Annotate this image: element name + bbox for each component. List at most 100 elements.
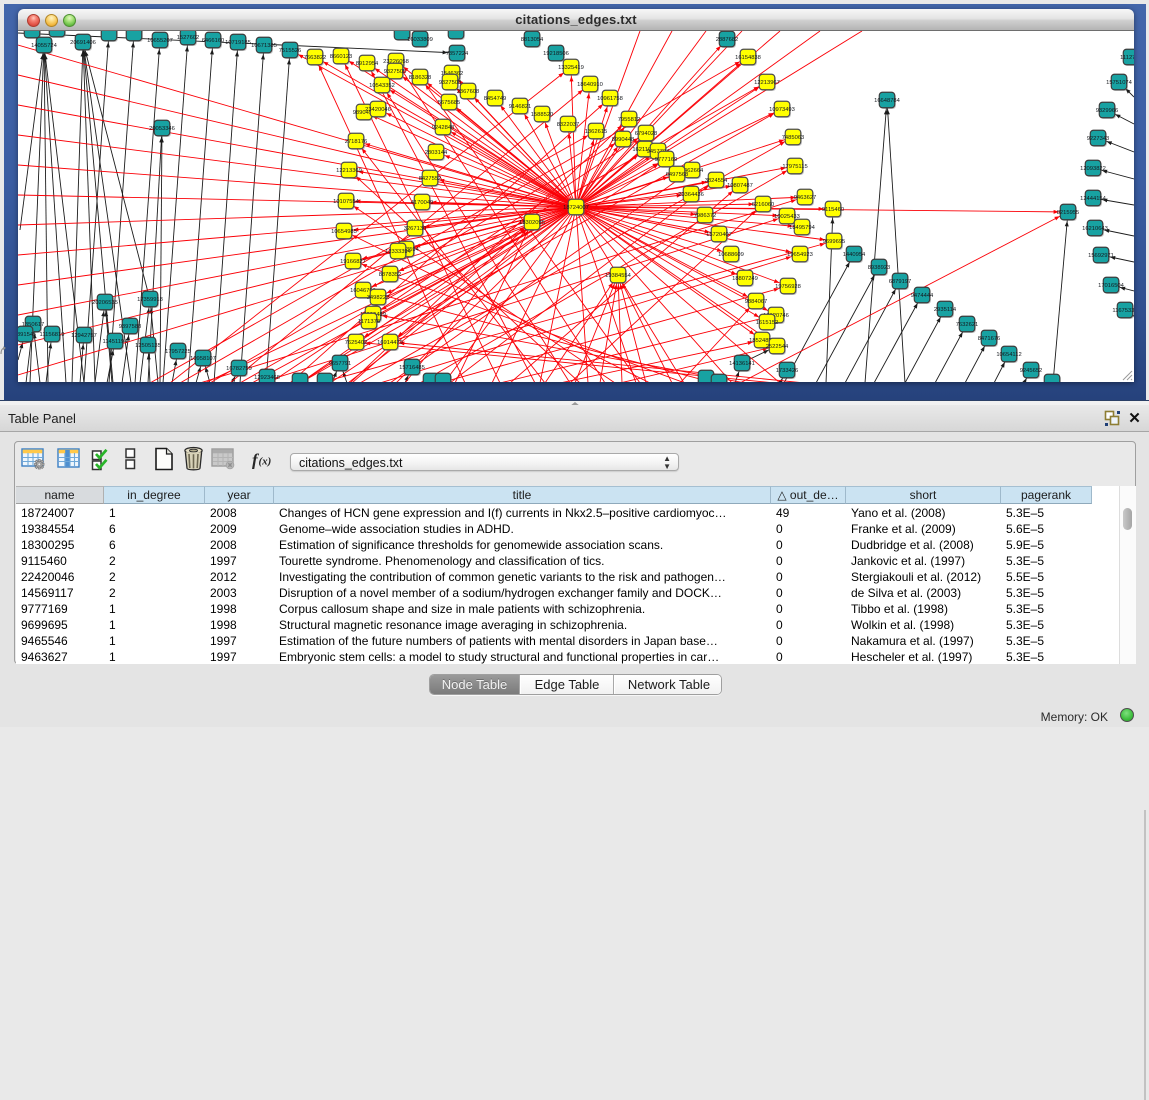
cell-name: 9463627 — [16, 649, 102, 664]
cell-out_de: 0 — [771, 553, 844, 569]
delete-table-icon[interactable] — [211, 447, 235, 475]
graph-node[interactable] — [1044, 374, 1060, 382]
graph-node-label: 6216060 — [752, 202, 775, 208]
graph-node[interactable] — [126, 31, 142, 41]
graph-node-label: 10655267 — [147, 38, 173, 44]
graph-node[interactable] — [24, 31, 40, 38]
table-toolbar: citations_edges.txt ▲▼ — [19, 445, 1129, 477]
graph-node[interactable] — [435, 373, 451, 382]
graph-node-label: 10719185 — [225, 40, 251, 46]
new-table-icon[interactable] — [153, 447, 175, 476]
graph-node[interactable] — [49, 31, 65, 37]
graph-node[interactable] — [711, 374, 727, 382]
graph-node-label: 20206535 — [92, 300, 118, 306]
column-header-year[interactable]: year — [205, 486, 274, 504]
column-header-out_de[interactable]: △ out_de… — [771, 486, 846, 504]
cell-short: Dudbridge et al. (2008) — [846, 537, 999, 553]
graph-node-label: 2935114 — [934, 307, 957, 313]
graph-node[interactable] — [292, 373, 308, 382]
graph-node-label: 10807487 — [727, 183, 753, 189]
graph-node-label: 15692971 — [1088, 253, 1114, 259]
tab-edge-table[interactable]: Edge Table — [521, 675, 614, 695]
graph-node-label: 11675332 — [1112, 308, 1134, 314]
table-panel-header: Table Panel ✕ — [0, 405, 1149, 432]
graph-node-label: 7357224 — [446, 51, 469, 57]
cell-pagerank: 5.3E–5 — [1001, 601, 1090, 617]
row-height-icon[interactable] — [125, 448, 136, 475]
table-row[interactable]: 1872400712008Changes of HCN gene express… — [16, 505, 1106, 521]
graph-node-label: 12505135 — [135, 343, 161, 349]
cell-name: 18300295 — [16, 537, 102, 553]
select-columns-icon[interactable] — [91, 448, 114, 476]
network-window-titlebar[interactable]: citations_edges.txt — [18, 9, 1134, 31]
graph-node-label: 12923468 — [254, 375, 280, 381]
show-columns-icon[interactable] — [57, 447, 81, 475]
network-canvas[interactable]: 1405572420691406106552671527602646616010… — [18, 31, 1134, 382]
cell-name: 18724007 — [16, 505, 102, 521]
table-row[interactable]: 2242004622012Investigating the contribut… — [16, 569, 1106, 585]
graph-node-label: 18302095 — [519, 220, 545, 226]
resize-grip-icon[interactable] — [1121, 369, 1133, 381]
cell-short: Yano et al. (2008) — [846, 505, 999, 521]
close-panel-icon[interactable]: ✕ — [1127, 410, 1142, 427]
cell-in_degree: 1 — [104, 505, 203, 521]
network-window-title: citations_edges.txt — [18, 12, 1134, 27]
graph-node-label: 7986372 — [694, 213, 717, 219]
graph-node-label: 20053346 — [149, 126, 175, 132]
table-panel-title: Table Panel — [8, 411, 76, 426]
graph-node-label: 7485063 — [782, 135, 805, 141]
column-header-title[interactable]: title — [274, 486, 771, 504]
cell-in_degree: 1 — [104, 617, 203, 633]
graph-node-label: 9327505 — [384, 69, 407, 75]
delete-rows-icon[interactable] — [182, 446, 205, 476]
column-header-in_degree[interactable]: in_degree — [104, 486, 205, 504]
table-select-dropdown[interactable]: citations_edges.txt ▲▼ — [290, 453, 679, 471]
memory-indicator-dot[interactable] — [1120, 708, 1134, 722]
table-row[interactable]: 1830029562008Estimation of significance … — [16, 537, 1106, 553]
citation-network-graph[interactable]: 1405572420691406106552671527602646616010… — [18, 31, 1134, 382]
graph-node-label: 7955812 — [618, 117, 641, 123]
column-header-pagerank[interactable]: pagerank — [1001, 486, 1092, 504]
column-header-short[interactable]: short — [846, 486, 1001, 504]
graph-node[interactable] — [448, 31, 464, 39]
graph-node-label: 2367608 — [457, 89, 480, 95]
table-row[interactable]: 946554611997Estimation of the future num… — [16, 633, 1106, 649]
network-view-window: citations_edges.txt 14055724206914061065… — [18, 9, 1134, 382]
cell-year: 2003 — [205, 585, 272, 601]
cell-short: Tibbo et al. (1998) — [846, 601, 999, 617]
cell-title: Tourette syndrome. Phenomenology and cla… — [274, 553, 769, 569]
cell-name: 9115460 — [16, 553, 102, 569]
float-panel-icon[interactable] — [1104, 410, 1121, 427]
graph-node-label: 16154838 — [735, 55, 761, 61]
cell-title: Changes of HCN gene expression and I(f) … — [274, 505, 769, 521]
graph-node-label: 6466160 — [202, 38, 225, 44]
graph-node-label: 6879197 — [889, 279, 912, 285]
table-vertical-scrollbar[interactable] — [1119, 486, 1136, 664]
graph-node-label: 20364436 — [678, 192, 704, 198]
graph-node-label: 9245652 — [1020, 368, 1043, 374]
function-builder-icon[interactable]: f (x) — [251, 450, 276, 475]
cell-in_degree: 2 — [104, 569, 203, 585]
node-table[interactable]: namein_degreeyeartitle△ out_de…shortpage… — [16, 486, 1136, 664]
tab-network-table[interactable]: Network Table — [615, 675, 722, 695]
graph-node-label: 16648784 — [874, 98, 901, 104]
column-header-name[interactable]: name — [16, 486, 104, 504]
tab-node-table[interactable]: Node Table — [430, 675, 520, 695]
table-row[interactable]: 969969511998Structural magnetic resonanc… — [16, 617, 1106, 633]
scrollbar-thumb[interactable] — [1123, 508, 1132, 530]
cell-short: Wolkin et al. (1998) — [846, 617, 999, 633]
table-row[interactable]: 1938455462009Genome–wide association stu… — [16, 521, 1106, 537]
cell-title: Disruption of a novel member of a sodium… — [274, 585, 769, 601]
table-settings-icon[interactable] — [21, 447, 45, 475]
table-row[interactable]: 977716911998Corpus callosum shape and si… — [16, 601, 1106, 617]
cell-out_de: 0 — [771, 649, 844, 664]
table-row[interactable]: 946362711997Embryonic stem cells: a mode… — [16, 649, 1106, 664]
table-row[interactable]: 1456911722003Disruption of a novel membe… — [16, 585, 1106, 601]
graph-node-label: 7515526 — [279, 48, 302, 54]
cell-title: Estimation of the future numbers of pati… — [274, 633, 769, 649]
table-row[interactable]: 911546021997Tourette syndrome. Phenomeno… — [16, 553, 1106, 569]
graph-node[interactable] — [101, 31, 117, 41]
graph-node[interactable] — [317, 373, 333, 382]
cell-year: 1998 — [205, 601, 272, 617]
cell-out_de: 0 — [771, 585, 844, 601]
